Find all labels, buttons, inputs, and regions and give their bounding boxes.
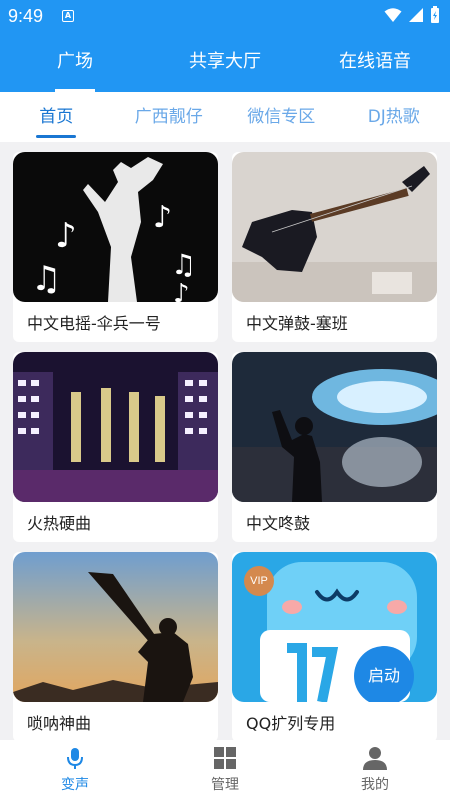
- card-title: 唢呐神曲: [27, 714, 92, 733]
- nav-label: 我的: [361, 777, 389, 793]
- subtab-guangxi[interactable]: 广西靓仔: [113, 92, 226, 142]
- card-title: 火热硬曲: [27, 514, 92, 533]
- sound-card[interactable]: 中文弹鼓-塞班: [232, 152, 437, 342]
- sound-card[interactable]: 火热硬曲: [13, 352, 218, 542]
- wifi-icon: [384, 8, 402, 22]
- svg-text:♪: ♪: [173, 279, 190, 302]
- vip-badge: VIP: [244, 566, 274, 596]
- tab-online-voice[interactable]: 在线语音: [300, 34, 450, 92]
- sound-card[interactable]: VIP 启动 QQ扩列专用: [232, 552, 437, 740]
- card-title: 中文咚鼓: [246, 514, 311, 533]
- card-title: 中文电摇-伞兵一号: [27, 314, 161, 333]
- card-title: 中文弹鼓-塞班: [246, 314, 348, 333]
- main-tab-bar: 广场 共享大厅 在线语音: [0, 34, 450, 92]
- sound-card-grid: ♪ ♪ ♫ ♫ ♪ 中文电摇-伞兵一号 中文弹鼓-塞班 火热硬曲 中文咚鼓 唢呐…: [0, 142, 450, 740]
- person-icon: [363, 747, 387, 770]
- nav-profile[interactable]: 我的: [300, 740, 450, 800]
- nav-manage[interactable]: 管理: [150, 740, 300, 800]
- nav-label: 管理: [211, 777, 239, 793]
- status-bar: 9:49 A: [0, 0, 450, 34]
- grid-icon: [214, 747, 236, 769]
- microphone-icon: [67, 748, 83, 769]
- subtab-home[interactable]: 首页: [0, 92, 113, 142]
- card-title: QQ扩列专用: [246, 714, 336, 733]
- status-icons: [384, 6, 440, 24]
- signal-icon: [409, 8, 423, 22]
- card-thumbnail-dancer: ♪ ♪ ♫ ♫ ♪: [13, 152, 218, 302]
- sub-tab-bar: 首页 广西靓仔 微信专区 DJ热歌: [0, 92, 450, 142]
- bottom-navigation: 变声 管理 我的: [0, 740, 450, 800]
- svg-text:♪: ♪: [153, 200, 172, 235]
- nav-label: 变声: [61, 777, 89, 793]
- card-thumbnail-suona: [13, 552, 218, 702]
- subtab-dj-hits[interactable]: DJ热歌: [338, 92, 450, 142]
- card-thumbnail-qq-cartoon: VIP 启动: [232, 552, 437, 702]
- subtab-wechat[interactable]: 微信专区: [225, 92, 338, 142]
- status-time: 9:49: [8, 6, 44, 26]
- app-header: 9:49 A 广场 共享大厅 在线语音: [0, 0, 450, 92]
- card-thumbnail-dj-crowd: [232, 352, 437, 502]
- launch-button[interactable]: 启动: [354, 646, 414, 702]
- sound-card[interactable]: ♪ ♪ ♫ ♫ ♪ 中文电摇-伞兵一号: [13, 152, 218, 342]
- card-thumbnail-guitar: [232, 152, 437, 302]
- svg-text:♫: ♫: [31, 259, 61, 299]
- sound-card[interactable]: 中文咚鼓: [232, 352, 437, 542]
- nav-voice-change[interactable]: 变声: [0, 740, 150, 800]
- svg-text:♫: ♫: [171, 248, 196, 281]
- notification-badge: A: [62, 10, 74, 22]
- tab-shared-hall[interactable]: 共享大厅: [150, 34, 300, 92]
- card-thumbnail-stage: [13, 352, 218, 502]
- tab-plaza[interactable]: 广场: [0, 34, 150, 92]
- sound-card[interactable]: 唢呐神曲: [13, 552, 218, 740]
- battery-icon: [431, 6, 439, 23]
- svg-text:♪: ♪: [55, 216, 77, 256]
